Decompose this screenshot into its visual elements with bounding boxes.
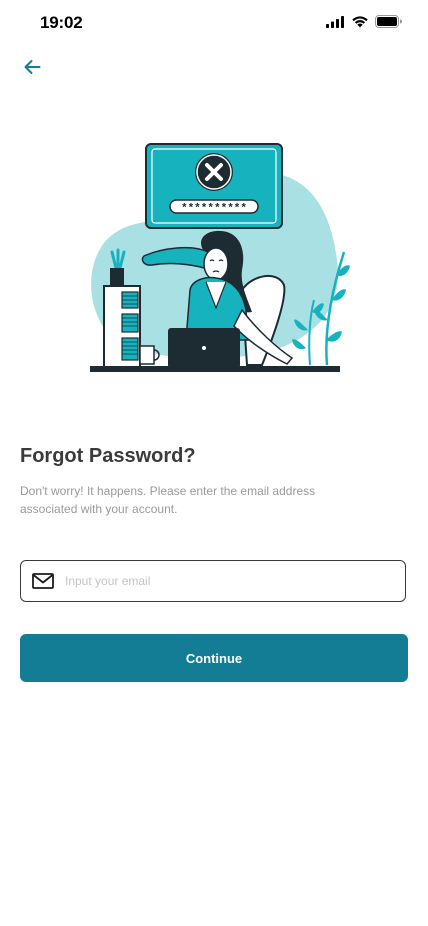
laptop [168,328,240,368]
arrow-left-icon [24,60,41,74]
page-subtitle: Don't worry! It happens. Please enter th… [20,484,316,516]
email-input[interactable] [65,563,405,599]
password-card: ********** [145,143,283,229]
wifi-icon [352,16,368,28]
continue-button[interactable]: Continue [20,634,408,682]
desk [90,366,340,372]
plant-left [110,248,126,286]
status-icons [326,15,402,28]
email-field[interactable] [20,560,406,602]
back-button[interactable] [18,54,46,80]
status-time: 19:02 [40,13,83,32]
page-title: Forgot Password? [20,445,196,467]
forgot-password-illustration: ********** [82,140,352,380]
battery-icon [375,15,402,28]
status-bar: 19:02 [0,0,428,46]
signal-icon [326,15,344,28]
masked-password-text: ********** [181,203,247,215]
mail-icon [21,560,65,602]
